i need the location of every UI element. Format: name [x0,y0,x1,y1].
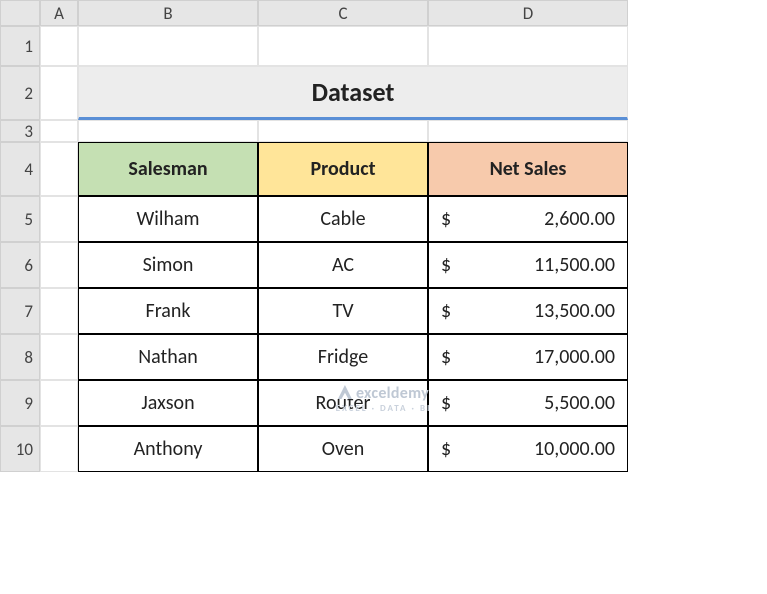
cell-B3[interactable] [78,120,258,142]
table-cell-product[interactable]: AC [258,242,428,288]
table-cell-product[interactable]: Oven [258,426,428,472]
cell-A3[interactable] [40,120,78,142]
row-header-1[interactable]: 1 [0,26,40,66]
logo-icon [338,385,352,399]
header-product[interactable]: Product [258,142,428,196]
cell-B1[interactable] [78,26,258,66]
table-cell-netsales[interactable]: $ 13,500.00 [428,288,628,334]
table-cell-netsales[interactable]: $ 17,000.00 [428,334,628,380]
select-all-corner[interactable] [0,0,40,26]
row-header-10[interactable]: 10 [0,426,40,472]
table-cell-salesman[interactable]: Nathan [78,334,258,380]
amount-value: 17,000.00 [534,345,615,369]
col-header-D[interactable]: D [428,0,628,26]
table-cell-product[interactable]: TV [258,288,428,334]
table-cell-salesman[interactable]: Anthony [78,426,258,472]
row-header-7[interactable]: 7 [0,288,40,334]
amount-value: 10,000.00 [534,437,615,461]
table-cell-salesman[interactable]: Frank [78,288,258,334]
spreadsheet-grid: A B C D 1 2 Dataset 3 4 Salesman Product… [0,0,767,472]
amount-value: 2,600.00 [544,207,615,231]
col-header-A[interactable]: A [40,0,78,26]
cell-A4[interactable] [40,142,78,196]
currency-symbol: $ [441,299,451,323]
currency-symbol: $ [441,253,451,277]
cell-A5[interactable] [40,196,78,242]
row-header-6[interactable]: 6 [0,242,40,288]
cell-A6[interactable] [40,242,78,288]
table-cell-product[interactable]: Cable [258,196,428,242]
watermark-name: exceldemy [356,384,429,403]
col-header-C[interactable]: C [258,0,428,26]
watermark: exceldemy EXCEL · DATA · BI [0,384,767,414]
cell-D1[interactable] [428,26,628,66]
cell-A10[interactable] [40,426,78,472]
dataset-title[interactable]: Dataset [78,66,628,120]
row-header-4[interactable]: 4 [0,142,40,196]
row-header-2[interactable]: 2 [0,66,40,120]
table-cell-netsales[interactable]: $ 11,500.00 [428,242,628,288]
table-cell-netsales[interactable]: $ 2,600.00 [428,196,628,242]
row-header-5[interactable]: 5 [0,196,40,242]
table-cell-product[interactable]: Fridge [258,334,428,380]
currency-symbol: $ [441,437,451,461]
amount-value: 13,500.00 [534,299,615,323]
cell-A7[interactable] [40,288,78,334]
cell-C1[interactable] [258,26,428,66]
cell-D3[interactable] [428,120,628,142]
cell-A1[interactable] [40,26,78,66]
cell-A8[interactable] [40,334,78,380]
col-header-B[interactable]: B [78,0,258,26]
currency-symbol: $ [441,207,451,231]
currency-symbol: $ [441,345,451,369]
header-salesman[interactable]: Salesman [78,142,258,196]
table-cell-salesman[interactable]: Simon [78,242,258,288]
watermark-tagline: EXCEL · DATA · BI [0,403,767,414]
amount-value: 11,500.00 [534,253,615,277]
header-netsales[interactable]: Net Sales [428,142,628,196]
cell-A2[interactable] [40,66,78,120]
cell-C3[interactable] [258,120,428,142]
row-header-8[interactable]: 8 [0,334,40,380]
row-header-3[interactable]: 3 [0,120,40,142]
table-cell-salesman[interactable]: Wilham [78,196,258,242]
table-cell-netsales[interactable]: $ 10,000.00 [428,426,628,472]
